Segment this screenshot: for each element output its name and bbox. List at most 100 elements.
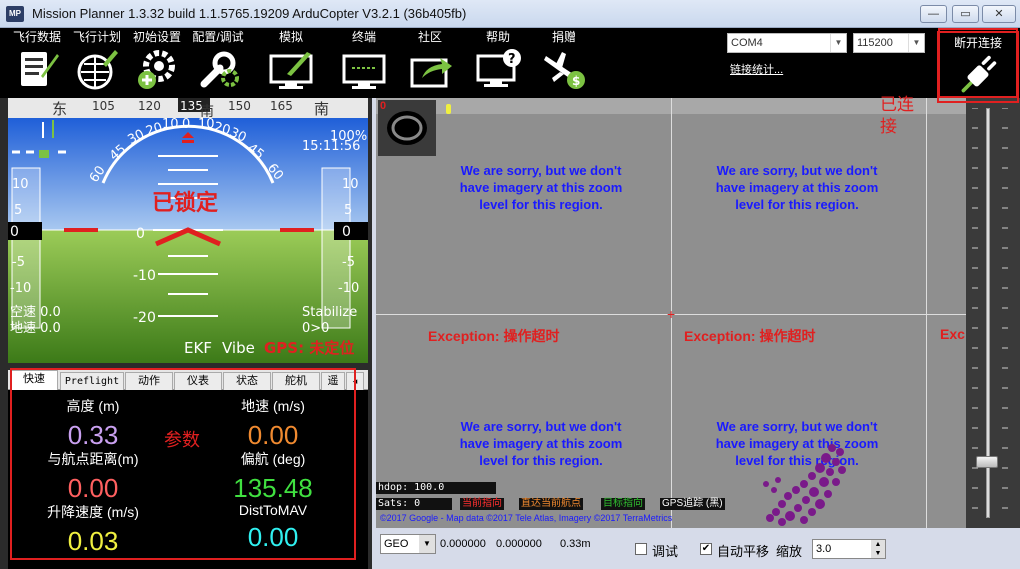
- community-icon: [410, 58, 452, 88]
- chevron-down-icon: ▼: [908, 34, 924, 52]
- menu-terminal[interactable]: 终端: [334, 28, 394, 98]
- menu-simulation[interactable]: 模拟: [258, 28, 324, 98]
- debug-label: 调试: [652, 544, 679, 559]
- roll-label: 10: [162, 117, 179, 132]
- alt-scale-label: -10: [338, 281, 359, 296]
- menu-config-tuning[interactable]: 配置/调试: [188, 28, 248, 98]
- title-bar: MP Mission Planner 1.3.32 build 1.1.5765…: [0, 0, 1020, 28]
- menu-help[interactable]: 帮助 ?: [468, 28, 528, 98]
- menu-label: 社区: [417, 30, 442, 44]
- menu-label: 配置/调试: [192, 30, 244, 44]
- terminal-icon: [342, 54, 386, 89]
- map-copyright: ©2017 Google - Map data ©2017 Tele Atlas…: [380, 513, 673, 523]
- speed-readout: 0: [10, 224, 19, 240]
- gps-track-scatter: [763, 444, 846, 526]
- config-tuning-icon: [200, 51, 239, 88]
- exception-text: Exception: 操作超时: [684, 328, 816, 344]
- simulation-icon: [269, 52, 313, 89]
- airspeed-text: 空速 0.0: [10, 305, 61, 320]
- alt-scale-label: 10: [342, 177, 359, 192]
- alt-scale-label: -5: [342, 255, 355, 270]
- zoom-input[interactable]: 3.0 ▲ ▼: [812, 539, 886, 559]
- alt-readout: 0.33m: [560, 538, 591, 550]
- legend-gps-track: GPS追踪 (黑): [660, 498, 725, 510]
- no-imagery-text: We are sorry, but we don't have imagery …: [715, 163, 879, 212]
- vibe-status[interactable]: Vibe: [222, 339, 255, 357]
- pitch-label: -20: [133, 310, 156, 326]
- zoom-slider[interactable]: [966, 98, 1020, 528]
- map-view[interactable]: 0 + We are sorry, but we don't have imag…: [376, 98, 966, 528]
- params-highlight-box: [10, 368, 356, 560]
- pitch-label: 0: [136, 226, 145, 242]
- flight-mode: Stabilize: [302, 305, 357, 320]
- menu-initial-setup[interactable]: 初始设置: [128, 28, 186, 98]
- map-type-select[interactable]: GEO ▼: [380, 534, 436, 554]
- menu-flight-data[interactable]: 飞行数据: [8, 28, 66, 98]
- legend-target: 目标指向: [601, 498, 645, 510]
- map-status-bar: GEO ▼ 0.000000 0.000000 0.33m 调试 ✔ 自动平移 …: [376, 530, 1020, 569]
- close-button[interactable]: ✕: [982, 5, 1016, 23]
- heading-label: 东: [52, 100, 67, 118]
- ekf-status[interactable]: EKF: [184, 339, 212, 357]
- compass-widget: [378, 100, 436, 156]
- groundspeed-text: 地速 0.0: [10, 321, 61, 336]
- port-select[interactable]: COM4 ▼: [727, 33, 847, 53]
- waypoint-status: 0>0: [302, 321, 329, 336]
- gps-status: GPS: 未定位: [264, 339, 354, 357]
- heading-label: 105: [92, 99, 115, 113]
- hud-display: 东 105 120 135 南 150 165 南 60 45 30 20 10…: [8, 98, 368, 363]
- baud-value: 115200: [857, 37, 893, 49]
- zoom-ticks: [972, 108, 1008, 509]
- heading-label: 165: [270, 99, 293, 113]
- baud-select[interactable]: 115200 ▼: [853, 33, 925, 53]
- speed-scale-label: -10: [10, 281, 31, 296]
- link-stats-link[interactable]: 链接统计...: [730, 61, 783, 77]
- flight-plan-icon: [77, 50, 118, 90]
- hud-time: 15:11:56: [302, 139, 360, 154]
- menu-donate[interactable]: 捐赠 $: [534, 28, 594, 98]
- home-marker-icon: [446, 104, 451, 114]
- legend-direct-wp: 直达当前航点: [519, 498, 583, 510]
- maximize-button[interactable]: ▭: [952, 5, 979, 23]
- no-imagery-text: We are sorry, but we don't have imagery …: [459, 163, 623, 212]
- svg-text:?: ?: [508, 52, 516, 67]
- speed-scale-label: 10: [12, 177, 29, 192]
- pitch-label: -10: [133, 268, 156, 284]
- heading-label: 150: [228, 99, 251, 113]
- stepper-down-icon[interactable]: ▼: [871, 549, 885, 558]
- map-type-value: GEO: [384, 538, 409, 550]
- crosshair-icon: +: [667, 306, 676, 322]
- app-logo-icon: MP: [6, 6, 24, 22]
- exception-text: Exc: [940, 326, 965, 342]
- menu-label: 初始设置: [132, 30, 181, 44]
- menu-label: 飞行数据: [12, 30, 61, 44]
- armed-status: 已锁定: [152, 190, 218, 216]
- legend-heading: 当前指向: [460, 498, 504, 510]
- lng-readout: 0.000000: [496, 538, 542, 550]
- stepper-up-icon[interactable]: ▲: [871, 540, 885, 549]
- heading-label: 南: [314, 100, 329, 118]
- minimize-button[interactable]: —: [920, 5, 947, 23]
- menu-label: 捐赠: [551, 30, 576, 44]
- port-value: COM4: [731, 37, 763, 49]
- menu-label: 模拟: [278, 30, 303, 44]
- donate-icon: $: [544, 52, 585, 89]
- heading-label: 120: [138, 99, 161, 113]
- flight-data-icon: [21, 52, 59, 86]
- menu-community[interactable]: 社区: [400, 28, 460, 98]
- autopan-checkbox[interactable]: ✔: [700, 543, 712, 555]
- menu-label: 终端: [351, 30, 376, 44]
- menu-flight-plan[interactable]: 飞行计划: [68, 28, 126, 98]
- menu-label: 飞行计划: [72, 30, 121, 44]
- menu-label: 帮助: [485, 30, 510, 44]
- main-toolbar: 飞行数据 飞行计划 初始设置 配置/调试 模拟 终端 社区 帮助 ? 捐赠 $ …: [0, 28, 1020, 98]
- alt-readout: 0: [342, 224, 351, 240]
- svg-text:$: $: [572, 74, 580, 88]
- debug-checkbox[interactable]: [635, 543, 647, 555]
- chevron-down-icon: ▼: [419, 535, 435, 553]
- speed-scale-label: -5: [12, 255, 25, 270]
- lat-readout: 0.000000: [440, 538, 486, 550]
- zero-badge: 0: [380, 100, 387, 112]
- speed-scale-label: 5: [14, 203, 22, 218]
- no-imagery-text: We are sorry, but we don't have imagery …: [459, 419, 623, 468]
